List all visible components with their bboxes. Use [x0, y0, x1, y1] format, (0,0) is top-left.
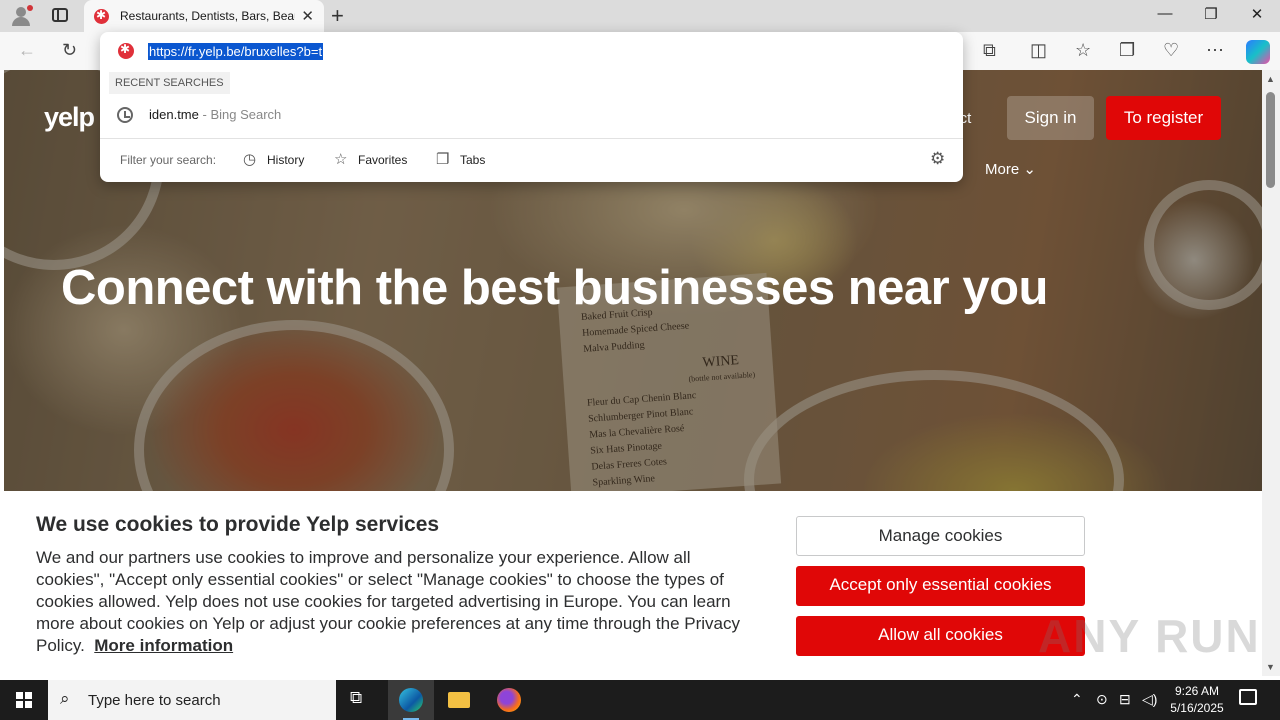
refresh-icon[interactable]: ↻	[62, 40, 77, 61]
yelp-favicon-icon	[94, 8, 109, 24]
edge-taskbar-button[interactable]	[388, 680, 434, 720]
recent-source: Bing Search	[210, 107, 282, 122]
recent-searches-label: RECENT SEARCHES	[109, 72, 230, 94]
sign-in-button[interactable]: Sign in	[1007, 96, 1094, 140]
back-icon[interactable]: ←	[18, 40, 36, 61]
maximize-button[interactable]: ❐	[1188, 5, 1234, 23]
search-icon: ⌕	[60, 689, 70, 708]
page-scrollbar[interactable]: ▲ ▼	[1262, 70, 1280, 676]
manage-cookies-button[interactable]: Manage cookies	[796, 516, 1085, 556]
scroll-up-icon[interactable]: ▲	[1266, 74, 1275, 84]
windows-start-icon[interactable]	[16, 692, 32, 708]
filter-label: Filter your search:	[120, 153, 217, 167]
cookie-banner: We use cookies to provide Yelp services …	[4, 491, 1262, 676]
register-button[interactable]: To register	[1106, 96, 1221, 140]
collections-icon[interactable]: ❐	[1119, 40, 1135, 61]
windows-taskbar: ⌕ Type here to search ⧉ ⌃ ⊙ ⊟ ◁) 9:26 AM…	[0, 680, 1280, 720]
minimize-button[interactable]: —	[1142, 5, 1188, 22]
more-menu[interactable]: More ⌄	[985, 160, 1036, 178]
history-icon: ◷	[243, 151, 257, 168]
cookie-title: We use cookies to provide Yelp services	[36, 513, 440, 536]
task-view-icon[interactable]: ⧉	[350, 688, 374, 712]
filter-tabs-button[interactable]: ❐ Tabs	[436, 150, 485, 170]
recent-search-item[interactable]: iden.tme - Bing Search	[100, 101, 963, 131]
history-clock-icon	[117, 107, 133, 123]
more-label: More	[985, 161, 1020, 178]
profile-icon[interactable]	[10, 5, 33, 27]
browser-tab-yelp[interactable]: Restaurants, Dentists, Bars, Beauty Salo…	[84, 0, 324, 32]
recent-search-text: iden.tme - Bing Search	[149, 107, 281, 122]
copilot-icon[interactable]	[1246, 40, 1270, 64]
filter-favorites-button[interactable]: ☆ Favorites	[334, 150, 407, 170]
filter-tabs-label: Tabs	[460, 153, 486, 167]
firefox-icon[interactable]	[497, 688, 521, 712]
volume-icon[interactable]: ◁)	[1142, 691, 1157, 708]
hero-headline: Connect with the best businesses near yo…	[61, 261, 1048, 315]
performance-icon[interactable]: ♡	[1163, 40, 1179, 61]
split-screen-icon[interactable]: ◫	[1030, 40, 1047, 61]
scrollbar-thumb[interactable]	[1266, 92, 1275, 188]
taskbar-search[interactable]: ⌕ Type here to search	[48, 680, 336, 720]
yelp-favicon-icon	[118, 42, 134, 59]
cookie-text: We and our partners use cookies to impro…	[36, 547, 761, 657]
yelp-logo[interactable]: yelp	[44, 102, 95, 133]
meet-now-icon[interactable]: ⊙	[1096, 691, 1108, 708]
accept-essential-cookies-button[interactable]: Accept only essential cookies	[796, 566, 1085, 606]
filter-favorites-label: Favorites	[358, 153, 408, 167]
star-icon: ☆	[334, 151, 348, 168]
clock-date: 5/16/2025	[1170, 701, 1224, 715]
taskbar-clock[interactable]: 9:26 AM 5/16/2025	[1160, 683, 1234, 717]
tab-title: Restaurants, Dentists, Bars, Beauty Salo…	[120, 9, 295, 23]
anyrun-watermark: ANY RUN	[1038, 610, 1261, 662]
address-bar-dropdown: https://fr.yelp.be/bruxelles?b=t RECENT …	[100, 32, 963, 182]
extensions-icon[interactable]: ⧉	[983, 40, 996, 61]
address-input[interactable]: https://fr.yelp.be/bruxelles?b=t	[148, 43, 324, 60]
taskbar-search-placeholder: Type here to search	[88, 692, 221, 709]
close-window-button[interactable]: ✕	[1234, 5, 1280, 23]
favorites-icon[interactable]: ☆	[1075, 40, 1091, 61]
edge-icon	[399, 688, 423, 712]
chevron-down-icon: ⌄	[1023, 161, 1036, 178]
tray-chevron-up-icon[interactable]: ⌃	[1071, 691, 1083, 708]
filter-history-label: History	[267, 153, 305, 167]
recent-separator: -	[198, 107, 211, 122]
gear-icon[interactable]: ⚙	[930, 149, 945, 169]
notifications-icon[interactable]	[1239, 689, 1257, 705]
new-tab-button[interactable]: +	[331, 3, 344, 29]
scroll-down-icon[interactable]: ▼	[1266, 662, 1275, 672]
file-explorer-icon[interactable]	[448, 688, 472, 712]
more-icon[interactable]: ⋯	[1206, 40, 1224, 61]
filter-history-button[interactable]: ◷ History	[243, 150, 304, 170]
tabs-icon: ❐	[436, 151, 450, 168]
tab-actions-icon[interactable]	[52, 8, 68, 22]
network-icon[interactable]: ⊟	[1119, 691, 1131, 708]
more-information-link[interactable]: More information	[94, 636, 233, 655]
clock-time: 9:26 AM	[1174, 684, 1220, 698]
recent-query: iden.tme	[149, 107, 199, 122]
browser-titlebar: Restaurants, Dentists, Bars, Beauty Salo…	[0, 0, 1280, 32]
dropdown-divider	[100, 138, 963, 139]
tab-close-icon[interactable]: ✕	[301, 7, 314, 25]
screen: Restaurants, Dentists, Bars, Beauty Salo…	[0, 0, 1280, 720]
